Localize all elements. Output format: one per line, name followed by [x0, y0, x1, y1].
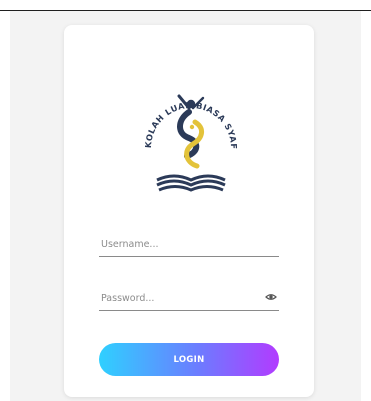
login-card	[64, 25, 314, 397]
password-input[interactable]	[101, 290, 261, 306]
top-bar	[0, 0, 371, 11]
login-button[interactable]: LOGIN	[99, 343, 279, 376]
school-logo: SEKOLAH LUAR BIASA SYAFIQ	[137, 82, 238, 192]
password-field	[99, 288, 279, 311]
username-input[interactable]	[101, 236, 261, 252]
eye-icon[interactable]	[265, 292, 277, 302]
username-field	[99, 234, 279, 257]
